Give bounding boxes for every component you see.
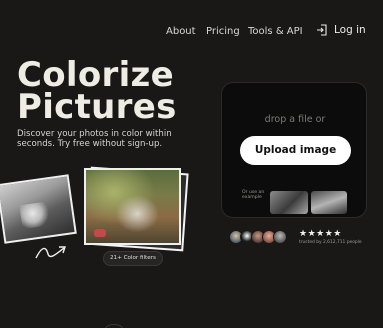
scroll-hint-shape: [105, 324, 123, 328]
trusted-by-text: trusted by 2,612,711 people: [299, 240, 362, 245]
trust-badge: ★★★★★ trusted by 2,612,711 people: [229, 229, 369, 247]
top-nav: About Pricing Tools & API Log in: [0, 0, 383, 60]
hero-title-line-2: Pictures: [17, 87, 177, 127]
nav-link-pricing[interactable]: Pricing: [206, 26, 240, 38]
colorized-photo: [84, 168, 181, 245]
curved-arrow-icon: [35, 246, 66, 259]
nav-link-tools-api[interactable]: Tools & API: [248, 26, 303, 38]
drop-file-text: drop a file or: [264, 114, 326, 125]
star-rating-icon: ★★★★★: [299, 229, 342, 239]
login-label: Log in: [334, 24, 366, 36]
avatar: [273, 230, 287, 244]
hero-subtitle: Discover your photos in color within sec…: [17, 129, 172, 149]
black-and-white-photo: [0, 174, 77, 244]
login-icon: [317, 24, 327, 36]
example-label: Or use an example: [242, 190, 265, 200]
hero-title: Colorize Pictures: [17, 58, 177, 127]
color-filters-badge: 21+ Color filters: [103, 251, 163, 266]
upload-dropzone[interactable]: drop a file or Upload image Or use an ex…: [221, 82, 367, 218]
login-button[interactable]: Log in: [316, 24, 366, 36]
example-thumbnail-1[interactable]: [270, 191, 308, 214]
nav-link-about[interactable]: About: [166, 26, 196, 38]
example-thumbnail-2[interactable]: [311, 191, 347, 214]
upload-image-button[interactable]: Upload image: [240, 136, 351, 165]
